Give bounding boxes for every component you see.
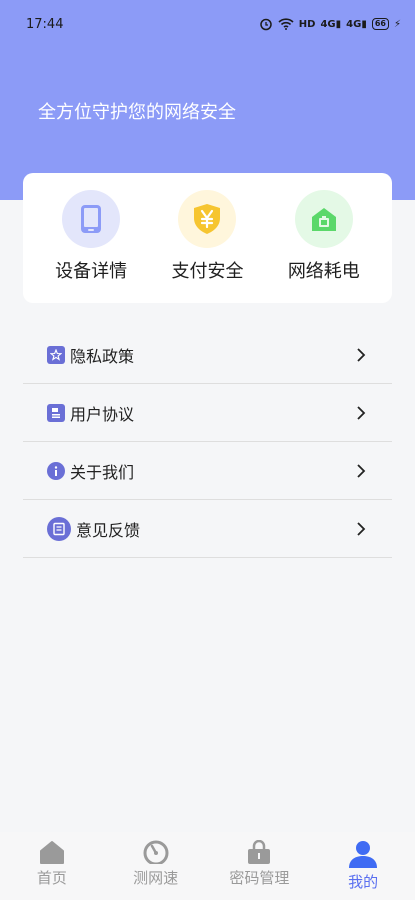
feature-card: 设备详情 支付安全 网络耗电 <box>23 173 392 303</box>
feature-label: 支付安全 <box>171 261 244 282</box>
menu-label: 隐私政策 <box>70 346 135 366</box>
chevron-right-icon <box>357 463 366 478</box>
feature-payment-security[interactable]: 支付安全 <box>157 173 257 303</box>
user-agreement-icon <box>47 403 65 422</box>
menu-item-feedback[interactable]: 意见反馈 <box>23 500 392 558</box>
tab-label: 我的 <box>348 873 379 891</box>
status-bar: 17:44 HD 4G▮ 4G▮ 66 ⚡ <box>0 0 415 48</box>
tab-label: 密码管理 <box>229 869 290 887</box>
feature-icon-circle <box>62 190 121 248</box>
header-tagline: 全方位守护您的网络安全 <box>38 102 236 123</box>
status-icons: HD 4G▮ 4G▮ 66 ⚡ <box>259 17 401 31</box>
speedometer-icon <box>143 840 169 864</box>
tab-password-manager[interactable]: 密码管理 <box>208 832 312 900</box>
wifi-icon <box>278 18 294 30</box>
info-icon <box>47 461 65 480</box>
menu-label: 关于我们 <box>70 462 135 482</box>
feature-label: 设备详情 <box>55 261 128 282</box>
chevron-right-icon <box>357 521 366 536</box>
tab-speed-test[interactable]: 测网速 <box>104 832 208 900</box>
feature-device-details[interactable]: 设备详情 <box>41 173 141 303</box>
tab-profile[interactable]: 我的 <box>311 832 415 900</box>
signal-2: 4G▮ <box>346 18 367 30</box>
menu-item-about-us[interactable]: 关于我们 <box>23 442 392 500</box>
tab-label: 首页 <box>36 869 67 887</box>
menu-item-user-agreement[interactable]: 用户协议 <box>23 384 392 442</box>
profile-icon <box>349 841 378 868</box>
status-time: 17:44 <box>26 16 64 32</box>
feature-icon-circle <box>294 190 353 248</box>
privacy-policy-icon <box>47 345 65 364</box>
feedback-icon <box>47 516 71 541</box>
charging-icon: ⚡ <box>393 18 401 30</box>
feature-icon-circle <box>178 190 237 248</box>
menu-item-privacy-policy[interactable]: 隐私政策 <box>23 326 392 384</box>
phone-icon <box>81 205 102 233</box>
lock-icon <box>248 840 271 864</box>
network-label: HD <box>298 18 316 30</box>
home-icon <box>39 841 64 864</box>
alarm-icon <box>260 18 272 31</box>
tab-home[interactable]: 首页 <box>0 832 104 900</box>
menu-label: 用户协议 <box>70 404 135 424</box>
menu-label: 意见反馈 <box>76 520 141 540</box>
house-battery-icon <box>311 208 336 231</box>
bottom-tab-bar: 首页 测网速 密码管理 我的 <box>0 832 415 900</box>
feature-label: 网络耗电 <box>287 261 360 282</box>
battery-indicator: 66 <box>371 18 389 30</box>
chevron-right-icon <box>357 347 366 362</box>
chevron-right-icon <box>357 405 366 420</box>
yen-shield-icon <box>194 204 221 234</box>
signal-1: 4G▮ <box>320 18 342 30</box>
tab-label: 测网速 <box>133 869 179 887</box>
settings-menu: 隐私政策 用户协议 关于我们 意见反馈 <box>23 326 392 558</box>
feature-network-power[interactable]: 网络耗电 <box>274 173 374 303</box>
